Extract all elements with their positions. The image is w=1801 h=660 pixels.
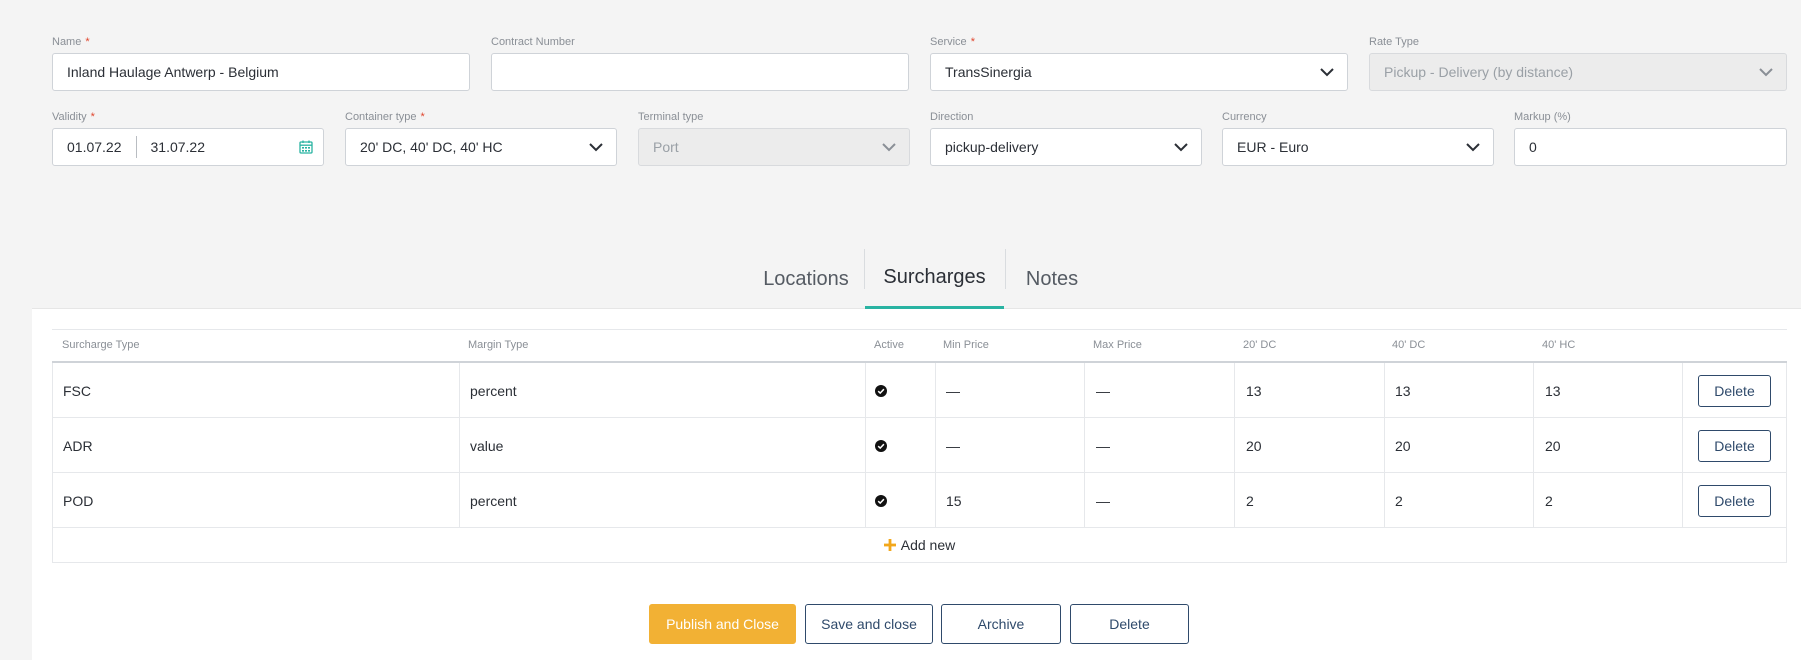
margin-type-cell: value xyxy=(470,437,504,454)
max-price-cell: — xyxy=(1096,382,1110,399)
hc40-cell: 2 xyxy=(1545,492,1553,509)
surcharge-type-cell: ADR xyxy=(63,437,93,454)
dc20-cell: 2 xyxy=(1246,492,1254,509)
active-cell xyxy=(875,418,887,473)
terminal-type-field: Terminal type Port xyxy=(638,111,910,167)
tab-bar: Locations Surcharges Notes xyxy=(0,249,1801,309)
name-field: Name * Inland Haulage Antwerp - Belgium xyxy=(52,36,470,92)
delete-button[interactable]: Delete xyxy=(1070,604,1189,644)
chevron-down-icon xyxy=(1759,68,1773,77)
dc40-cell: 13 xyxy=(1395,382,1411,399)
check-circle-icon xyxy=(875,384,887,397)
check-circle-icon xyxy=(875,439,887,452)
required-marker: * xyxy=(90,111,95,123)
container-type-field: Container type * 20' DC, 40' DC, 40' HC xyxy=(345,111,617,167)
currency-select[interactable]: EUR - Euro xyxy=(1222,128,1494,166)
margin-type-cell: percent xyxy=(470,492,517,509)
validity-field: Validity * 01.07.22 31.07.22 xyxy=(52,111,324,167)
validity-to[interactable]: 31.07.22 xyxy=(151,139,206,155)
chevron-down-icon xyxy=(1174,143,1188,152)
contract-number-field: Contract Number xyxy=(491,36,909,92)
margin-type-cell: percent xyxy=(470,382,517,399)
delete-row-button[interactable]: Delete xyxy=(1698,430,1771,462)
column-header: 20' DC xyxy=(1243,339,1277,351)
add-new-surcharge-button[interactable]: Add new xyxy=(52,528,1787,563)
publish-and-close-button[interactable]: Publish and Close xyxy=(649,604,796,644)
currency-field: Currency EUR - Euro xyxy=(1222,111,1494,167)
active-cell xyxy=(875,363,887,418)
delete-row-button[interactable]: Delete xyxy=(1698,485,1771,517)
table-header: Surcharge Type Margin Type Active Min Pr… xyxy=(52,329,1787,363)
column-header: 40' HC xyxy=(1542,339,1576,351)
archive-button[interactable]: Archive xyxy=(941,604,1061,644)
chevron-down-icon xyxy=(1320,68,1334,77)
tab-notes[interactable]: Notes xyxy=(1006,249,1098,309)
validity-date-range[interactable]: 01.07.22 31.07.22 xyxy=(52,128,324,166)
required-marker: * xyxy=(420,111,425,123)
chevron-down-icon xyxy=(589,143,603,152)
terminal-type-select: Port xyxy=(638,128,910,166)
validity-from[interactable]: 01.07.22 xyxy=(67,139,122,155)
max-price-cell: — xyxy=(1096,437,1110,454)
tab-surcharges[interactable]: Surcharges xyxy=(865,249,1004,309)
service-field: Service * TransSinergia xyxy=(930,36,1348,92)
save-and-close-button[interactable]: Save and close xyxy=(805,604,933,644)
hc40-cell: 20 xyxy=(1545,437,1561,454)
direction-field: Direction pickup-delivery xyxy=(930,111,1202,167)
surcharges-table: Surcharge Type Margin Type Active Min Pr… xyxy=(52,329,1787,563)
markup-input[interactable]: 0 xyxy=(1514,128,1787,166)
max-price-cell: — xyxy=(1096,492,1110,509)
check-circle-icon xyxy=(875,494,887,507)
dc20-cell: 13 xyxy=(1246,382,1262,399)
surcharge-type-cell: FSC xyxy=(63,382,91,399)
required-marker: * xyxy=(970,36,975,48)
table-row: POD percent 15 — 2 2 2 Delete xyxy=(52,473,1787,528)
service-select[interactable]: TransSinergia xyxy=(930,53,1348,91)
left-gutter xyxy=(0,0,32,660)
plus-icon xyxy=(883,539,896,551)
min-price-cell: 15 xyxy=(946,492,962,509)
dc20-cell: 20 xyxy=(1246,437,1262,454)
markup-field: Markup (%) 0 xyxy=(1514,111,1787,167)
required-marker: * xyxy=(85,36,90,48)
column-header: Max Price xyxy=(1093,339,1142,351)
table-row: FSC percent — — 13 13 13 Delete xyxy=(52,363,1787,418)
rate-type-field: Rate Type Pickup - Delivery (by distance… xyxy=(1369,36,1787,92)
column-header: 40' DC xyxy=(1392,339,1426,351)
dc40-cell: 2 xyxy=(1395,492,1403,509)
chevron-down-icon xyxy=(882,143,896,152)
column-header: Margin Type xyxy=(468,339,529,351)
rate-type-select: Pickup - Delivery (by distance) xyxy=(1369,53,1787,91)
hc40-cell: 13 xyxy=(1545,382,1561,399)
table-row: ADR value — — 20 20 20 Delete xyxy=(52,418,1787,473)
calendar-icon[interactable] xyxy=(299,140,313,154)
min-price-cell: — xyxy=(946,437,960,454)
action-bar: Publish and Close Save and close Archive… xyxy=(0,604,1801,644)
container-type-select[interactable]: 20' DC, 40' DC, 40' HC xyxy=(345,128,617,166)
date-separator xyxy=(135,136,137,158)
column-header: Min Price xyxy=(943,339,989,351)
name-input[interactable]: Inland Haulage Antwerp - Belgium xyxy=(52,53,470,91)
dc40-cell: 20 xyxy=(1395,437,1411,454)
contract-number-input[interactable] xyxy=(491,53,909,91)
surcharge-type-cell: POD xyxy=(63,492,94,509)
delete-row-button[interactable]: Delete xyxy=(1698,375,1771,407)
tab-locations[interactable]: Locations xyxy=(748,249,864,309)
direction-select[interactable]: pickup-delivery xyxy=(930,128,1202,166)
column-header: Active xyxy=(874,339,904,351)
min-price-cell: — xyxy=(946,382,960,399)
chevron-down-icon xyxy=(1466,143,1480,152)
column-header: Surcharge Type xyxy=(62,339,140,351)
active-cell xyxy=(875,473,887,528)
